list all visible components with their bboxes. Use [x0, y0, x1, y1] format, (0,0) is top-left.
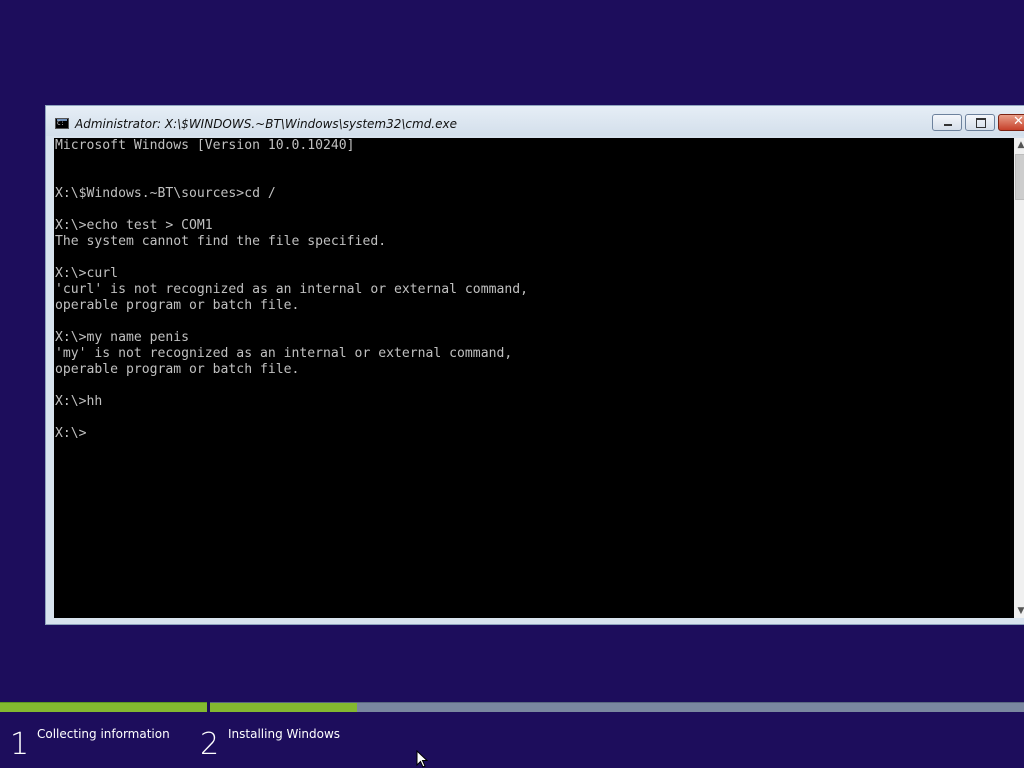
progress-fill-step-2 — [210, 703, 357, 712]
vertical-scrollbar[interactable]: ▲ ▼ — [1014, 138, 1024, 618]
minimize-button[interactable] — [932, 114, 962, 131]
progress-bar-step-2 — [210, 702, 1024, 712]
cmd-icon — [55, 118, 69, 129]
console-output[interactable]: Microsoft Windows [Version 10.0.10240] X… — [54, 138, 1014, 618]
step-number: 2 — [200, 727, 220, 762]
minimize-icon — [944, 124, 952, 126]
progress-bar-step-1 — [0, 702, 207, 712]
console-text: Microsoft Windows [Version 10.0.10240] X… — [55, 138, 528, 441]
maximize-button[interactable] — [965, 114, 995, 131]
scroll-down-icon[interactable]: ▼ — [1014, 604, 1024, 618]
step-label: Installing Windows — [228, 727, 341, 741]
maximize-icon — [976, 118, 986, 128]
scroll-up-icon[interactable]: ▲ — [1014, 138, 1024, 152]
scroll-thumb[interactable] — [1015, 154, 1024, 200]
mouse-pointer-icon — [416, 750, 428, 768]
window-title: Administrator: X:\$WINDOWS.~BT\Windows\s… — [75, 117, 457, 131]
cmd-window[interactable]: Administrator: X:\$WINDOWS.~BT\Windows\s… — [45, 105, 1024, 625]
step-label: Collecting information — [37, 727, 170, 741]
close-button[interactable]: ✕ — [998, 114, 1024, 131]
close-icon: ✕ — [1013, 114, 1024, 129]
window-titlebar[interactable]: Administrator: X:\$WINDOWS.~BT\Windows\s… — [46, 106, 1024, 136]
step-number: 1 — [10, 727, 30, 762]
